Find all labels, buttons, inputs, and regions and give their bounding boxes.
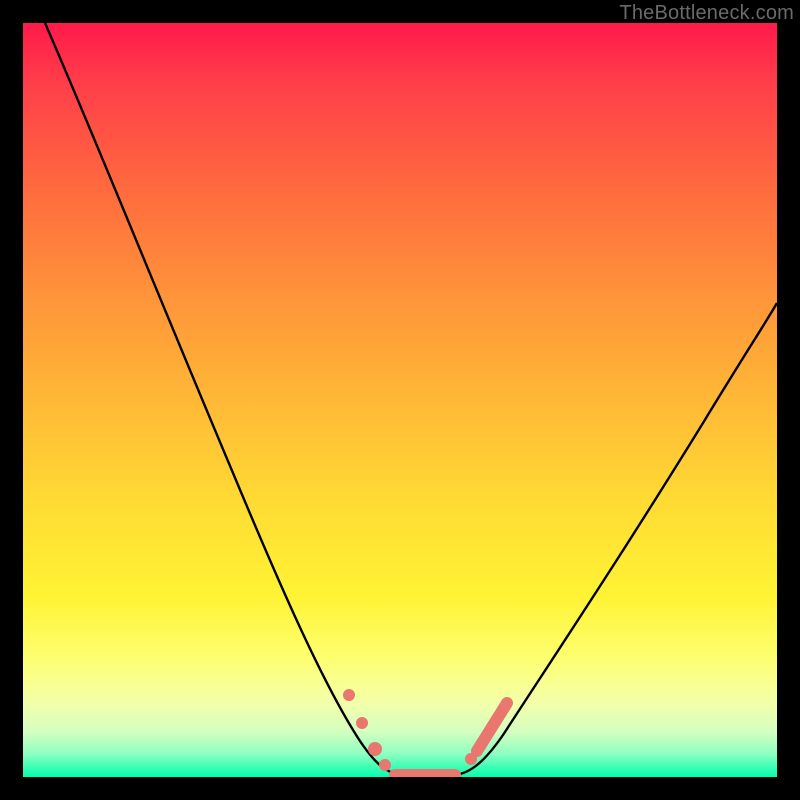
bottleneck-chart — [23, 23, 777, 777]
left-marker-cluster — [343, 689, 391, 771]
outer-frame: TheBottleneck.com — [0, 0, 800, 800]
bottleneck-curve — [45, 23, 777, 775]
watermark-text: TheBottleneck.com — [619, 2, 794, 25]
plot-area — [23, 23, 777, 777]
